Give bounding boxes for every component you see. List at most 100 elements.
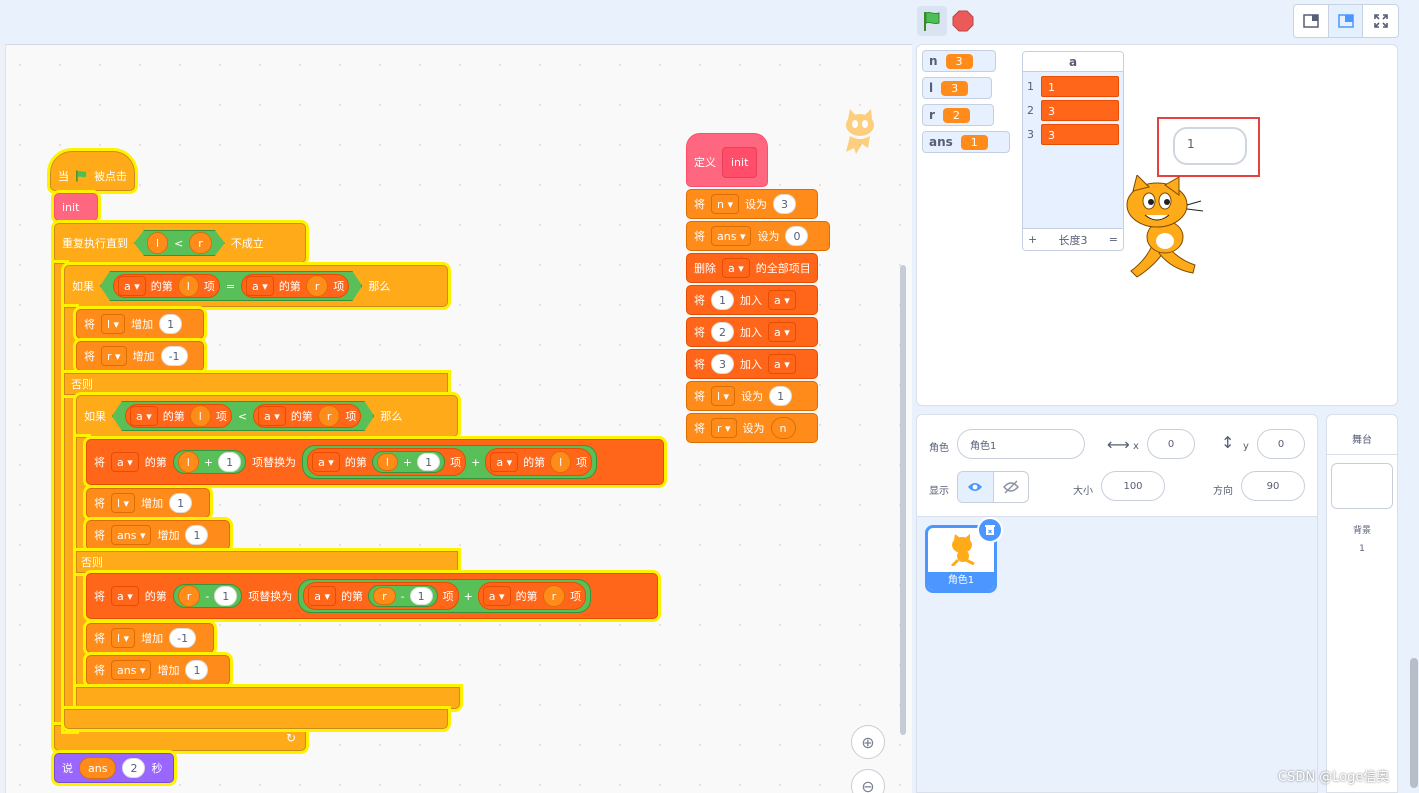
change-l-block[interactable]: 将 l ▾ 增加 1: [76, 309, 204, 339]
code-workspace[interactable]: 当 被点击 init 重复执行直到 l < r 不成立 ↻ 如果 a ▾ 的第 …: [0, 44, 912, 793]
item-of-list-r[interactable]: a ▾ 的第 r 项: [253, 404, 361, 428]
item-of-list-l[interactable]: a ▾ 的第 l 项: [113, 274, 220, 298]
list-dropdown-a[interactable]: a ▾: [130, 406, 158, 426]
equals-operator[interactable]: a ▾ 的第 l 项 = a ▾ 的第 r 项: [100, 271, 362, 301]
add-value-input[interactable]: 2: [711, 322, 734, 342]
monitor-r[interactable]: r2: [922, 104, 994, 126]
list-dropdown-a[interactable]: a ▾: [768, 322, 796, 342]
list-item[interactable]: 23: [1023, 98, 1123, 122]
var-dropdown-l[interactable]: l ▾: [101, 314, 126, 334]
list-monitor-a[interactable]: a 112333 + 长度3 =: [1022, 51, 1124, 251]
list-dropdown-a[interactable]: a ▾: [308, 586, 337, 606]
change-value-input[interactable]: -1: [160, 346, 188, 366]
change-value-input[interactable]: 1: [159, 314, 183, 334]
if-else-block-1[interactable]: 如果 a ▾ 的第 l 项 = a ▾ 的第 r 项 那么: [64, 265, 448, 307]
define-row-set[interactable]: 将 l ▾ 设为 1: [686, 381, 818, 411]
var-n-reporter[interactable]: n: [770, 417, 796, 439]
var-dropdown-r[interactable]: r ▾: [101, 346, 127, 366]
normal-stage-button[interactable]: [1328, 5, 1364, 37]
number-input[interactable]: 1: [417, 453, 441, 471]
monitor-n[interactable]: n3: [922, 50, 996, 72]
x-input[interactable]: 0: [1147, 429, 1195, 459]
var-dropdown-n[interactable]: n ▾: [711, 194, 739, 214]
var-l-reporter[interactable]: l: [376, 453, 398, 471]
item-of-list[interactable]: a ▾ 的第 l + 1 项: [307, 448, 467, 476]
item-of-list-r[interactable]: a ▾ 的第 r 项: [241, 274, 349, 298]
define-row-set[interactable]: 将 n ▾ 设为 3: [686, 189, 818, 219]
var-dropdown-r[interactable]: r ▾: [711, 418, 737, 438]
less-than-operator[interactable]: l < r: [134, 230, 225, 256]
add-value-input[interactable]: 3: [711, 354, 734, 374]
stop-button[interactable]: [952, 10, 974, 32]
change-l-block-3[interactable]: 将 l ▾ 增加 -1: [86, 623, 214, 653]
change-value-input[interactable]: 1: [185, 660, 209, 680]
change-r-block[interactable]: 将 r ▾ 增加 -1: [76, 341, 204, 371]
repeat-until-block[interactable]: 重复执行直到 l < r 不成立: [54, 223, 306, 263]
set-value-input[interactable]: 1: [769, 386, 793, 406]
stage-canvas[interactable]: n 3 l 3 r 2 ans 1 a 112333 + 长度3 = 1: [916, 44, 1398, 406]
stage-thumbnail[interactable]: [1331, 463, 1393, 509]
define-row-add[interactable]: 将 3 加入 a ▾: [686, 349, 818, 379]
define-row-add[interactable]: 将 2 加入 a ▾: [686, 317, 818, 347]
less-than-operator-2[interactable]: a ▾ 的第 l 项 < a ▾ 的第 r 项: [112, 401, 374, 431]
item-of-list[interactable]: a ▾ 的第 l 项: [485, 448, 593, 476]
var-l-reporter[interactable]: l: [550, 451, 572, 473]
if-else-block-2[interactable]: 如果 a ▾ 的第 l 项 < a ▾ 的第 r 项 那么: [76, 395, 458, 437]
add-operator-outer[interactable]: a ▾ 的第 l + 1 项 + a ▾ 的第 l 项: [302, 445, 598, 479]
change-value-input[interactable]: -1: [169, 628, 197, 648]
define-row-setvar[interactable]: 将 r ▾ 设为 n: [686, 413, 818, 443]
replace-item-block-1[interactable]: 将 a ▾ 的第 l + 1 项替换为 a ▾ 的第 l + 1 项 + a ▾: [86, 439, 664, 485]
change-value-input[interactable]: 1: [169, 493, 193, 513]
show-visible-button[interactable]: [958, 472, 994, 502]
item-of-list[interactable]: a ▾ 的第 r 项: [477, 582, 587, 610]
var-dropdown-l[interactable]: l ▾: [711, 386, 736, 406]
define-init-hat[interactable]: 定义 init: [686, 133, 768, 187]
list-item-value[interactable]: 3: [1041, 99, 1119, 121]
zoom-out-button[interactable]: ⊖: [851, 769, 885, 793]
list-add-button[interactable]: +: [1028, 233, 1037, 246]
list-dropdown-a[interactable]: a ▾: [111, 586, 139, 606]
number-input[interactable]: 1: [218, 452, 242, 472]
list-item[interactable]: 33: [1023, 122, 1123, 146]
subtract-operator[interactable]: r - 1: [172, 584, 243, 608]
change-value-input[interactable]: 1: [185, 525, 209, 545]
stage-selector-panel[interactable]: 舞台 背景 1: [1326, 414, 1398, 793]
list-item-value[interactable]: 1: [1041, 75, 1119, 97]
var-l-reporter[interactable]: l: [177, 451, 199, 473]
list-item[interactable]: 11: [1023, 74, 1123, 98]
when-flag-clicked-hat[interactable]: 当 被点击: [50, 151, 135, 191]
var-dropdown-ans[interactable]: ans ▾: [111, 525, 152, 545]
list-dropdown-a[interactable]: a ▾: [482, 586, 511, 606]
var-dropdown-l[interactable]: l ▾: [111, 628, 136, 648]
var-l-reporter[interactable]: l: [190, 405, 211, 427]
item-of-list[interactable]: a ▾ 的第 r - 1 项: [303, 582, 459, 610]
var-dropdown-l[interactable]: l ▾: [111, 493, 136, 513]
var-l-reporter[interactable]: l: [178, 275, 199, 297]
list-dropdown-a[interactable]: a ▾: [722, 258, 750, 278]
small-stage-button[interactable]: [1294, 5, 1329, 37]
workspace-vertical-scrollbar[interactable]: [900, 265, 906, 735]
monitor-l[interactable]: l3: [922, 77, 992, 99]
zoom-in-button[interactable]: ⊕: [851, 725, 885, 759]
fullscreen-button[interactable]: [1363, 5, 1398, 37]
direction-input[interactable]: 90: [1241, 471, 1305, 501]
add-operator[interactable]: l + 1: [371, 451, 446, 473]
list-dropdown-a[interactable]: a ▾: [118, 276, 146, 296]
var-r-reporter[interactable]: r: [177, 585, 201, 607]
define-row-clear[interactable]: 删除 a ▾ 的全部项目: [686, 253, 818, 283]
var-dropdown-ans[interactable]: ans ▾: [711, 226, 752, 246]
list-dropdown-a[interactable]: a ▾: [258, 406, 286, 426]
number-input[interactable]: 1: [409, 587, 433, 605]
green-flag-button[interactable]: [917, 6, 947, 36]
var-dropdown-ans[interactable]: ans ▾: [111, 660, 152, 680]
page-scrollbar[interactable]: [1410, 658, 1418, 788]
number-input[interactable]: 1: [214, 586, 238, 606]
size-input[interactable]: 100: [1101, 471, 1165, 501]
define-row-set[interactable]: 将 ans ▾ 设为 0: [686, 221, 830, 251]
list-dropdown-a[interactable]: a ▾: [768, 354, 796, 374]
define-row-add[interactable]: 将 1 加入 a ▾: [686, 285, 818, 315]
show-hidden-button[interactable]: [994, 472, 1029, 502]
change-l-block-2[interactable]: 将 l ▾ 增加 1: [86, 488, 210, 518]
var-r-reporter[interactable]: r: [318, 405, 341, 427]
add-operator-outer[interactable]: a ▾ 的第 r - 1 项 + a ▾ 的第 r 项: [298, 579, 592, 613]
